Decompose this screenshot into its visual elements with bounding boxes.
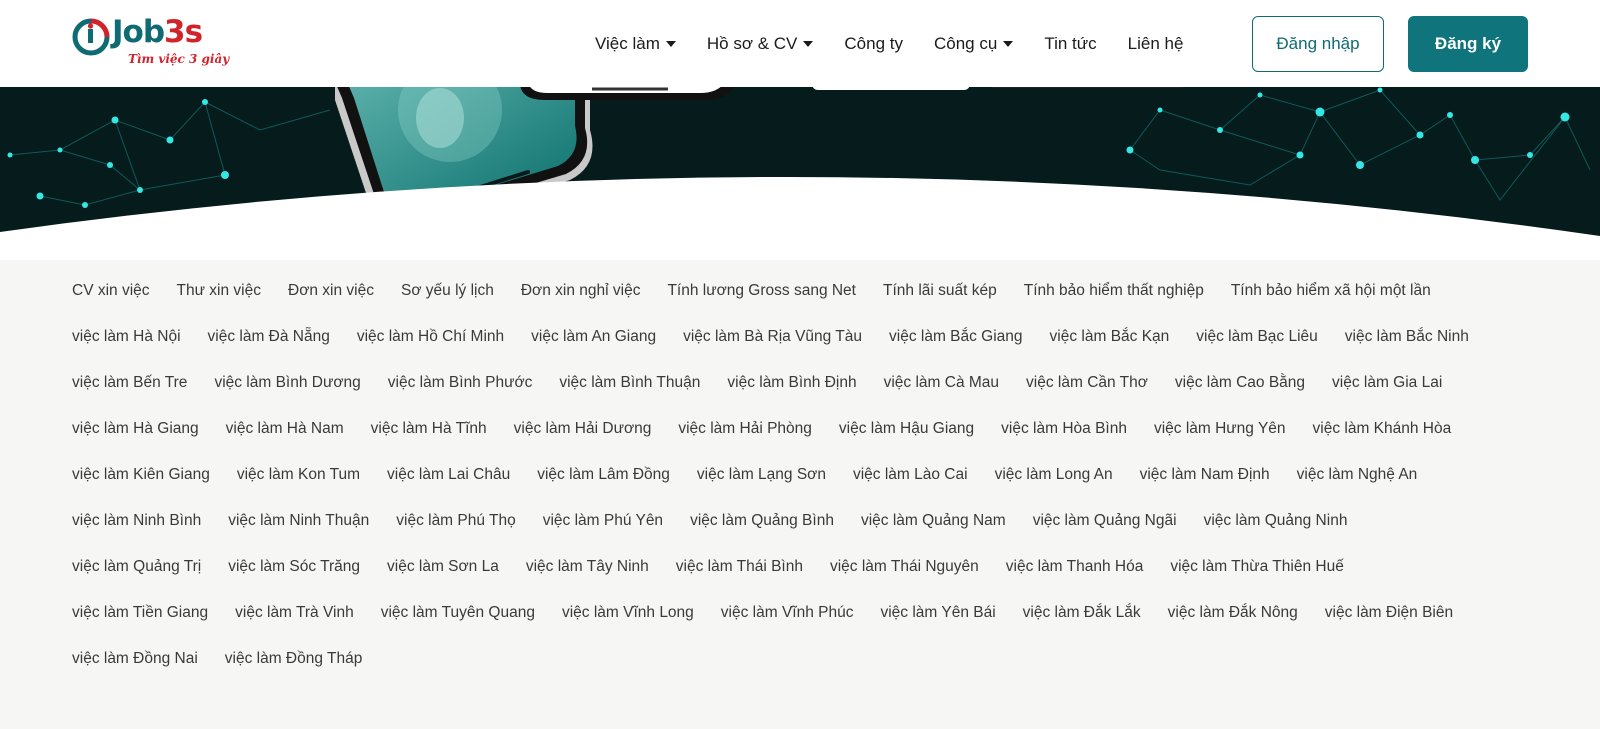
link-row: việc làm Kiên Giang việc làm Kon Tum việc …	[72, 466, 1542, 512]
footer-link[interactable]: việc làm Đồng Nai	[72, 650, 198, 668]
login-button[interactable]: Đăng nhập	[1252, 16, 1384, 72]
footer-link[interactable]: việc làm Hà Nội	[72, 328, 181, 346]
footer-link[interactable]: việc làm Long An	[995, 466, 1113, 484]
footer-link[interactable]: việc làm Đà Nẵng	[208, 328, 330, 346]
caret-down-icon	[665, 40, 676, 47]
logo-mark-icon	[72, 18, 110, 56]
footer-link[interactable]: việc làm Gia Lai	[1332, 374, 1442, 392]
footer-link[interactable]: việc làm Phú Yên	[543, 512, 663, 530]
footer-link[interactable]: việc làm Tuyên Quang	[381, 604, 535, 622]
footer-link[interactable]: việc làm Hà Giang	[72, 420, 199, 438]
footer-link[interactable]: việc làm Nghệ An	[1297, 466, 1418, 484]
footer-link[interactable]: việc làm Trà Vinh	[235, 604, 354, 622]
nav-ho-so-cv[interactable]: Hồ sơ & CV	[707, 34, 814, 54]
footer-link[interactable]: việc làm Ninh Thuận	[228, 512, 369, 530]
footer-link[interactable]: việc làm Thái Nguyên	[830, 558, 979, 576]
logo-tagline: Tìm việc 3 giây	[128, 52, 230, 66]
footer-link[interactable]: việc làm An Giang	[531, 328, 656, 346]
footer-link[interactable]: việc làm Hồ Chí Minh	[357, 328, 504, 346]
footer-link[interactable]: việc làm Đồng Tháp	[225, 650, 363, 668]
footer-link[interactable]: việc làm Yên Bái	[880, 604, 995, 622]
footer-link[interactable]: việc làm Bình Định	[727, 374, 856, 392]
link-row: việc làm Đồng Nai việc làm Đồng Tháp	[72, 650, 1542, 696]
footer-link[interactable]: việc làm Thái Bình	[676, 558, 803, 576]
footer-link[interactable]: việc làm Ninh Bình	[72, 512, 201, 530]
nav-cong-cu[interactable]: Công cụ	[934, 34, 1014, 54]
footer-link[interactable]: việc làm Lâm Đồng	[537, 466, 670, 484]
footer-link[interactable]: Tính lãi suất kép	[883, 282, 997, 300]
caret-down-icon	[803, 40, 814, 47]
job3s-logo[interactable]: Job3s Tìm việc 3 giây	[72, 14, 262, 74]
footer-link[interactable]: việc làm Kon Tum	[237, 466, 360, 484]
footer-link[interactable]: việc làm Hưng Yên	[1154, 420, 1286, 438]
footer-link[interactable]: việc làm Nam Định	[1140, 466, 1270, 484]
nav-cong-ty[interactable]: Công ty	[844, 34, 903, 54]
link-row: việc làm Quảng Trị việc làm Sóc Trăng việc…	[72, 558, 1542, 604]
footer-link[interactable]: việc làm Bình Dương	[214, 374, 360, 392]
footer-link[interactable]: việc làm Bến Tre	[72, 374, 187, 392]
footer-link[interactable]: việc làm Bắc Ninh	[1345, 328, 1469, 346]
footer-link[interactable]: việc làm Quảng Trị	[72, 558, 201, 576]
footer-link[interactable]: việc làm Đắk Nông	[1168, 604, 1298, 622]
footer-link[interactable]: việc làm Sơn La	[387, 558, 499, 576]
footer-link[interactable]: việc làm Đắk Lắk	[1023, 604, 1141, 622]
footer-link[interactable]: việc làm Điện Biên	[1325, 604, 1453, 622]
footer-link[interactable]: việc làm Quảng Nam	[861, 512, 1006, 530]
footer-link[interactable]: Sơ yếu lý lịch	[401, 282, 494, 300]
main-nav: Việc làm Hồ sơ & CV Công ty Công cụ Tin …	[595, 0, 1183, 87]
register-button[interactable]: Đăng ký	[1408, 16, 1528, 72]
footer-link[interactable]: việc làm Bình Phước	[388, 374, 533, 392]
footer-link[interactable]: việc làm Quảng Ngãi	[1033, 512, 1177, 530]
footer-link[interactable]: việc làm Cà Mau	[884, 374, 999, 392]
footer-link[interactable]: việc làm Tây Ninh	[526, 558, 649, 576]
site-header: Job3s Tìm việc 3 giây Việc làm Hồ sơ & C…	[0, 0, 1600, 87]
footer-link[interactable]: việc làm Quảng Bình	[690, 512, 834, 530]
footer-link[interactable]: việc làm Thừa Thiên Huế	[1170, 558, 1344, 576]
footer-links: CV xin việc Thư xin việc Đơn xin việc Sơ yế…	[72, 282, 1542, 696]
caret-down-icon	[1003, 40, 1014, 47]
footer-link[interactable]: việc làm Hậu Giang	[839, 420, 974, 438]
footer-link[interactable]: việc làm Hà Tĩnh	[371, 420, 487, 438]
footer-link[interactable]: việc làm Bắc Kạn	[1050, 328, 1170, 346]
link-row: việc làm Bến Tre việc làm Bình Dương việc …	[72, 374, 1542, 420]
footer-link[interactable]: việc làm Hà Nam	[226, 420, 344, 438]
link-row: việc làm Hà Nội việc làm Đà Nẵng việc làm …	[72, 328, 1542, 374]
footer-link[interactable]: việc làm Kiên Giang	[72, 466, 210, 484]
footer-link[interactable]: Đơn xin việc	[288, 282, 374, 300]
footer-link[interactable]: việc làm Khánh Hòa	[1313, 420, 1452, 438]
footer-link[interactable]: việc làm Bạc Liêu	[1196, 328, 1317, 346]
link-row: việc làm Tiền Giang việc làm Trà Vinh việc…	[72, 604, 1542, 650]
nav-tin-tuc[interactable]: Tin tức	[1044, 34, 1096, 54]
footer-link[interactable]: việc làm Vĩnh Long	[562, 604, 694, 622]
nav-lien-he[interactable]: Liên hệ	[1128, 34, 1184, 54]
footer-link[interactable]: việc làm Lạng Sơn	[697, 466, 826, 484]
nav-viec-lam[interactable]: Việc làm	[595, 34, 676, 54]
footer-link[interactable]: Thư xin việc	[177, 282, 261, 300]
footer-link[interactable]: Đơn xin nghỉ việc	[521, 282, 641, 300]
footer-link[interactable]: việc làm Phú Thọ	[396, 512, 515, 530]
footer-link[interactable]: việc làm Vĩnh Phúc	[721, 604, 854, 622]
footer-link[interactable]: việc làm Hải Phòng	[678, 420, 812, 438]
footer-link[interactable]: việc làm Cần Thơ	[1026, 374, 1148, 392]
footer-link[interactable]: việc làm Thanh Hóa	[1006, 558, 1144, 576]
footer-link[interactable]: Tính bảo hiểm thất nghiệp	[1024, 282, 1204, 300]
footer-link[interactable]: việc làm Cao Bằng	[1175, 374, 1305, 392]
footer-link[interactable]: việc làm Lai Châu	[387, 466, 510, 484]
footer-link[interactable]: việc làm Quảng Ninh	[1204, 512, 1348, 530]
footer-link[interactable]: việc làm Lào Cai	[853, 466, 968, 484]
link-row: CV xin việc Thư xin việc Đơn xin việc Sơ yế…	[72, 282, 1542, 328]
link-row: việc làm Ninh Bình việc làm Ninh Thuận việ…	[72, 512, 1542, 558]
footer-link[interactable]: việc làm Bình Thuận	[559, 374, 700, 392]
logo-wordmark: Job3s	[112, 14, 203, 50]
footer-link[interactable]: việc làm Bà Rịa Vũng Tàu	[683, 328, 862, 346]
footer-link[interactable]: việc làm Hòa Bình	[1001, 420, 1127, 438]
footer-link[interactable]: Tính bảo hiểm xã hội một lần	[1231, 282, 1431, 300]
footer-link[interactable]: việc làm Sóc Trăng	[228, 558, 360, 576]
link-row: việc làm Hà Giang việc làm Hà Nam việc làm…	[72, 420, 1542, 466]
footer-link[interactable]: việc làm Bắc Giang	[889, 328, 1023, 346]
footer-link[interactable]: việc làm Hải Dương	[514, 420, 652, 438]
footer-link[interactable]: việc làm Tiền Giang	[72, 604, 208, 622]
footer-link[interactable]: Tính lương Gross sang Net	[667, 282, 856, 300]
footer-link[interactable]: CV xin việc	[72, 282, 150, 300]
